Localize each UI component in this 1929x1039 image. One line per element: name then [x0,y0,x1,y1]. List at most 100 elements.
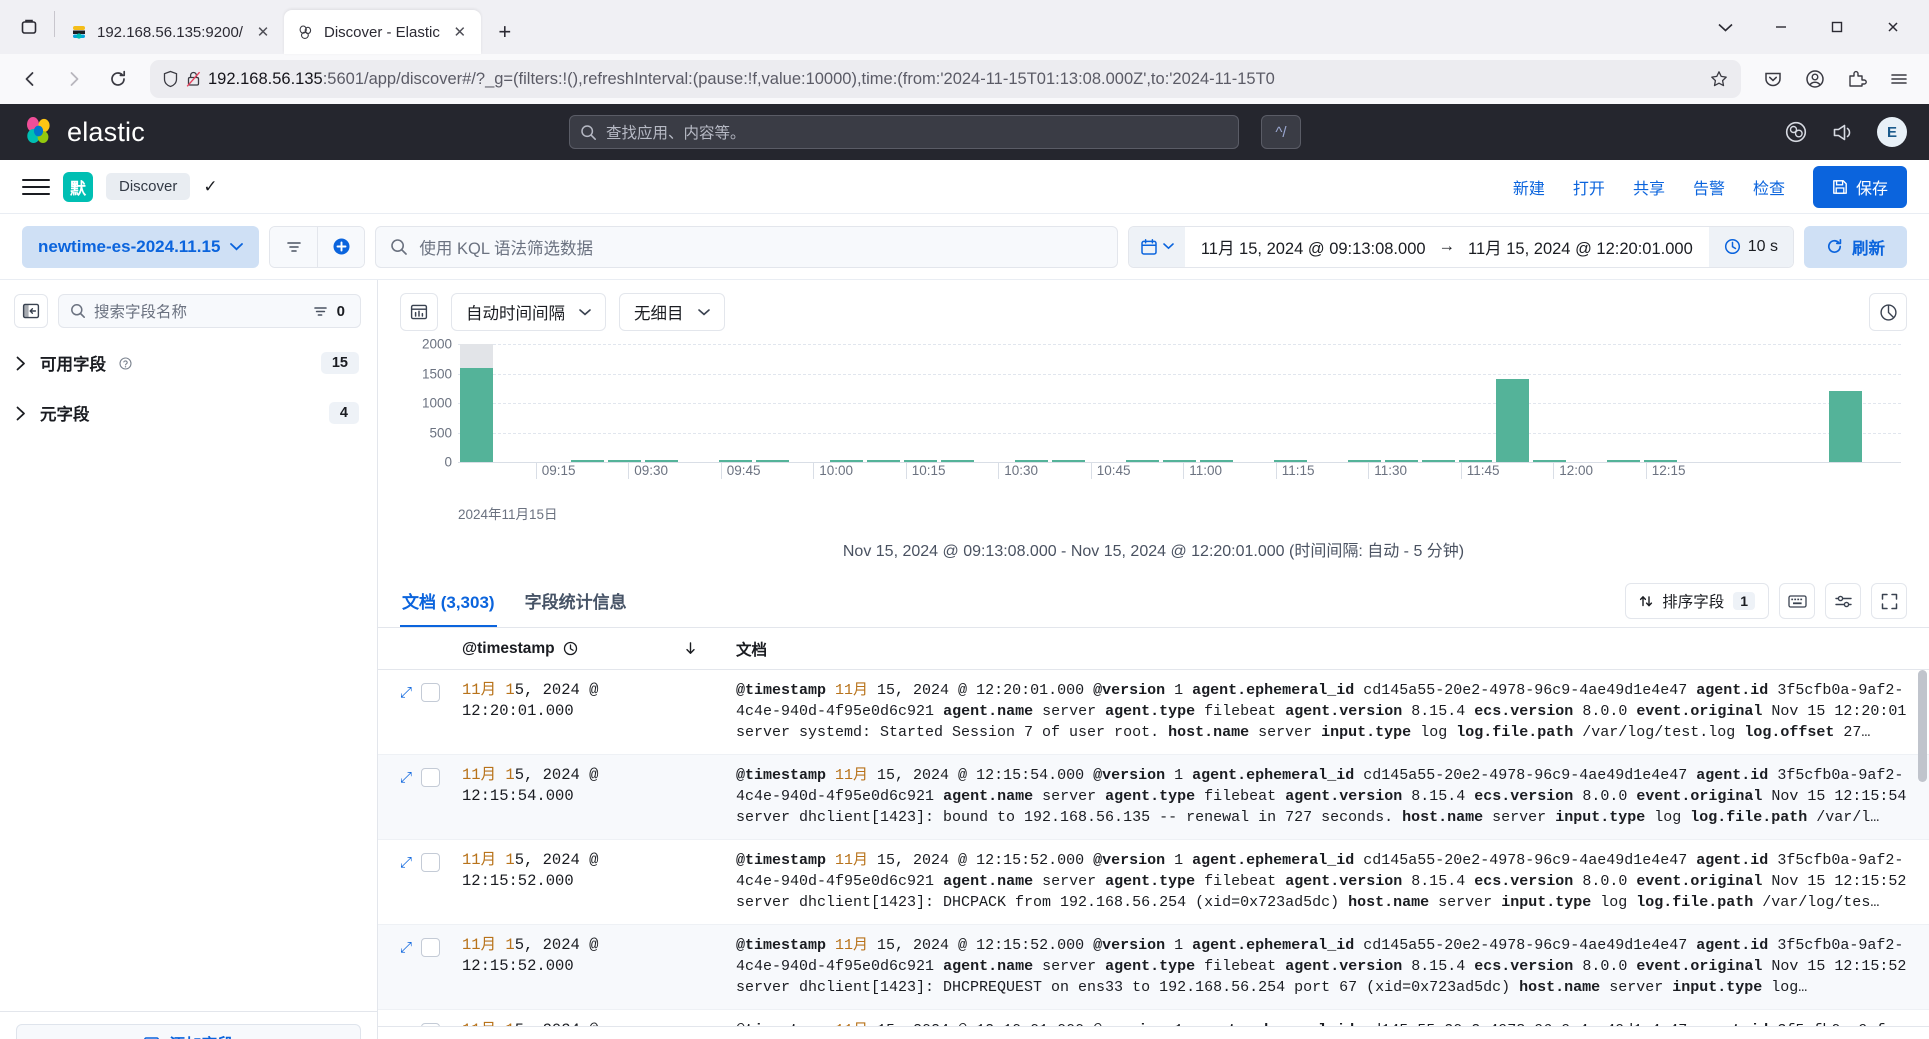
sort-fields-button[interactable]: 排序字段 1 [1625,583,1769,619]
new-button[interactable]: 新建 [1513,175,1545,199]
save-to-pocket-icon[interactable] [1753,61,1793,97]
browser-menu-chevron-icon[interactable] [1697,5,1753,49]
tab-divider [54,11,55,37]
close-window-icon[interactable] [1865,5,1921,49]
bookmark-star-icon[interactable] [1705,70,1733,88]
table-row[interactable]: ⤢ 11月 15, 2024 @12:20:01.000 @timestamp 11… [378,670,1929,755]
close-tab-1-icon[interactable]: ✕ [252,21,274,43]
close-tab-2-icon[interactable]: ✕ [449,21,471,43]
breadcrumb[interactable]: Discover [106,173,191,200]
inspect-button[interactable]: 检查 [1753,175,1785,199]
space-avatar-badge[interactable]: 默 [63,171,93,202]
app-nav-bar: 默 Discover ✓ 新建 打开 共享 告警 检查 保存 [0,160,1929,214]
refresh-interval-display[interactable]: 10 s [1708,226,1793,267]
grid-header-document[interactable]: 文档 [720,638,1907,660]
global-search-placeholder: 查找应用、内容等。 [605,125,746,142]
table-row[interactable]: ⤢ 11月 15, 2024 @12:15:54.000 @timestamp 11… [378,755,1929,840]
y-tick-0: 0 [444,454,452,470]
row-checkbox[interactable] [421,768,441,787]
add-field-button[interactable]: 添加字段 [16,1024,361,1039]
lock-disabled-icon[interactable] [185,70,202,88]
sidebar-group-meta-fields[interactable]: 元字段 4 [0,388,377,438]
alerts-button[interactable]: 告警 [1693,175,1725,199]
date-to-value[interactable]: 11月 15, 2024 @ 12:20:01.000 [1468,235,1693,259]
chart-bar[interactable] [1496,379,1529,462]
browser-tab-1[interactable]: 192.168.56.135:9200/ ✕ [57,10,284,54]
account-icon[interactable] [1795,61,1835,97]
table-row[interactable]: ⤢ 11月 15, 2024 @12:15:52.000 @timestamp 11… [378,840,1929,925]
keyboard-shortcuts-icon[interactable] [1779,583,1815,619]
time-interval-select[interactable]: 自动时间间隔 [451,293,606,331]
help-circle-icon[interactable] [119,356,132,370]
reload-button-icon[interactable] [98,61,138,97]
open-button[interactable]: 打开 [1573,175,1605,199]
forward-button-icon[interactable] [54,61,94,97]
row-checkbox[interactable] [421,938,441,957]
fullscreen-icon[interactable] [1871,583,1907,619]
expand-row-icon[interactable]: ⤢ [400,1024,412,1026]
row-timestamp: 11月 15, 2024 @12:20:01.000 [462,681,599,720]
row-checkbox[interactable] [421,853,441,872]
browser-tab-2[interactable]: Discover - Elastic ✕ [283,10,481,54]
table-row[interactable]: ⤢ 11月 15, 2024 @@timestamp 11月 15, 2024 @… [378,1010,1929,1026]
refresh-interval-value: 10 s [1747,237,1778,255]
global-search-input[interactable]: 查找应用、内容等。 [568,115,1239,149]
share-button[interactable]: 共享 [1633,175,1665,199]
save-button[interactable]: 保存 [1812,165,1907,208]
expand-row-icon[interactable]: ⤢ [400,769,412,786]
field-filter-group[interactable]: 0 [313,303,354,320]
row-checkbox[interactable] [421,683,441,702]
list-all-tabs-icon[interactable] [6,0,52,54]
toggle-primary-navigation-icon[interactable] [22,173,50,201]
chart-x-tick: 09:45 [720,463,760,479]
search-shortcut-badge: ^/ [1260,115,1301,149]
shield-icon[interactable] [162,70,179,88]
display-options-icon[interactable] [1825,583,1861,619]
add-filter-icon[interactable] [317,226,365,267]
filter-icon [313,305,328,318]
elastic-logo-icon [22,115,56,149]
navbar-right-icons [1753,61,1919,97]
chart-gridline [458,432,1901,434]
tab-field-statistics[interactable]: 字段统计信息 [523,575,629,627]
table-row[interactable]: ⤢ 11月 15, 2024 @12:15:52.000 @timestamp 11… [378,925,1929,1010]
expand-row-icon[interactable]: ⤢ [400,854,412,871]
sort-desc-arrow-icon[interactable] [683,641,720,656]
expand-row-icon[interactable]: ⤢ [400,684,412,701]
grid-scrollbar[interactable] [1918,670,1927,782]
chevron-down-icon [230,242,244,251]
chart-options-icon[interactable] [1869,293,1907,331]
back-button-icon[interactable] [10,61,50,97]
date-range-values[interactable]: 11月 15, 2024 @ 09:13:08.000 → 11月 15, 20… [1185,235,1709,259]
sidebar-group-available-fields[interactable]: 可用字段 15 [0,338,377,388]
row-timestamp: 11月 15, 2024 @12:15:54.000 [462,766,599,805]
histogram-chart[interactable]: 2000 1500 1000 500 0 09:15 09:30 09:45 10:0… [378,336,1929,575]
date-from-value[interactable]: 11月 15, 2024 @ 09:13:08.000 [1201,235,1426,259]
elastic-logo[interactable]: elastic [22,115,145,149]
breakdown-field-select[interactable]: 无细目 [619,293,725,331]
chart-bar[interactable] [1829,391,1862,462]
chart-bar[interactable] [460,367,493,462]
news-feed-icon[interactable] [1830,120,1855,145]
address-bar[interactable]: 192.168.56.135:5601/app/discover#/?_g=(f… [150,60,1741,98]
data-view-picker[interactable]: newtime-es-2024.11.15 [22,225,260,268]
row-checkbox[interactable] [421,1023,441,1026]
refresh-button[interactable]: 刷新 [1804,225,1907,268]
tab-documents[interactable]: 文档 (3,303) [400,575,497,627]
help-icon[interactable] [1784,120,1808,144]
app-menu-icon[interactable] [1879,61,1919,97]
minimize-window-icon[interactable] [1753,5,1809,49]
collapse-sidebar-icon[interactable] [14,294,48,328]
expand-row-icon[interactable]: ⤢ [400,939,412,956]
tab-strip: 192.168.56.135:9200/ ✕ Discover - Elasti… [0,0,1929,54]
date-quick-select-button[interactable] [1128,226,1185,267]
kql-query-input[interactable]: 使用 KQL 语法筛选数据 [375,225,1118,268]
new-tab-button[interactable]: + [487,14,523,50]
maximize-window-icon[interactable] [1809,5,1865,49]
user-avatar[interactable]: E [1877,117,1907,147]
filter-options-icon[interactable] [270,226,318,267]
toggle-chart-icon[interactable] [400,293,438,331]
grid-header-timestamp[interactable]: @timestamp [462,640,720,658]
extensions-icon[interactable] [1837,61,1877,97]
field-search-input[interactable]: 搜索字段名称 0 [58,294,361,328]
